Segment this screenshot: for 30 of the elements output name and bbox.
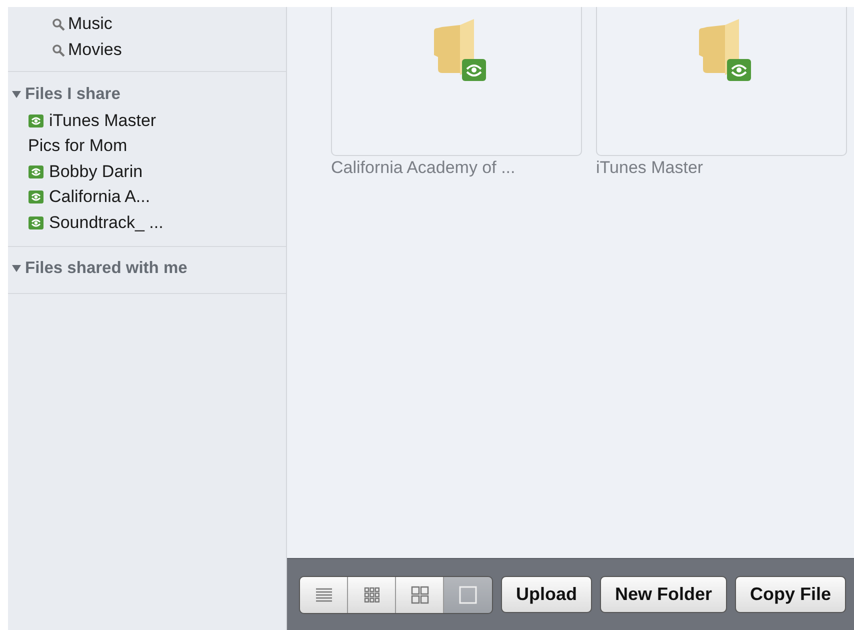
view-button[interactable] [348, 576, 396, 612]
sidebar-item[interactable]: Soundtrack_ ... [8, 210, 286, 236]
view-button[interactable] [300, 576, 348, 612]
sidebar-item[interactable]: Music [8, 11, 286, 37]
sidebar-item[interactable]: iTunes Master [8, 108, 286, 134]
share-icon [28, 164, 44, 179]
single-view-icon [458, 584, 478, 604]
sidebar-item[interactable]: Pics for Mom [8, 134, 286, 159]
search-icon [52, 44, 65, 56]
view-button[interactable] [396, 576, 444, 612]
sidebar-item[interactable]: California A... [8, 184, 286, 210]
toolbar-button[interactable]: New Folder [600, 576, 728, 613]
sidebar-item[interactable]: Movies [8, 37, 286, 63]
section-header[interactable]: Files shared with me [8, 258, 286, 278]
folder-tile[interactable] [331, 7, 582, 156]
folder-tile[interactable] [596, 7, 847, 156]
view-switcher[interactable] [299, 576, 493, 614]
section-header[interactable]: Files I share [8, 84, 286, 104]
share-icon [28, 190, 44, 204]
view-button[interactable] [444, 576, 492, 612]
folder-name: iTunes Master [596, 157, 704, 178]
share-icon [28, 216, 44, 230]
sidebar-item[interactable]: Bobby Darin [8, 159, 286, 184]
search-icon [52, 18, 65, 30]
small-grid-view-icon [362, 584, 382, 604]
toolbar-button[interactable]: Copy File [735, 576, 846, 613]
toolbar-button[interactable]: Upload [501, 576, 592, 613]
large-grid-view-icon [410, 584, 430, 604]
folder-name: California Academy of ... [331, 157, 516, 178]
share-icon [28, 114, 44, 128]
